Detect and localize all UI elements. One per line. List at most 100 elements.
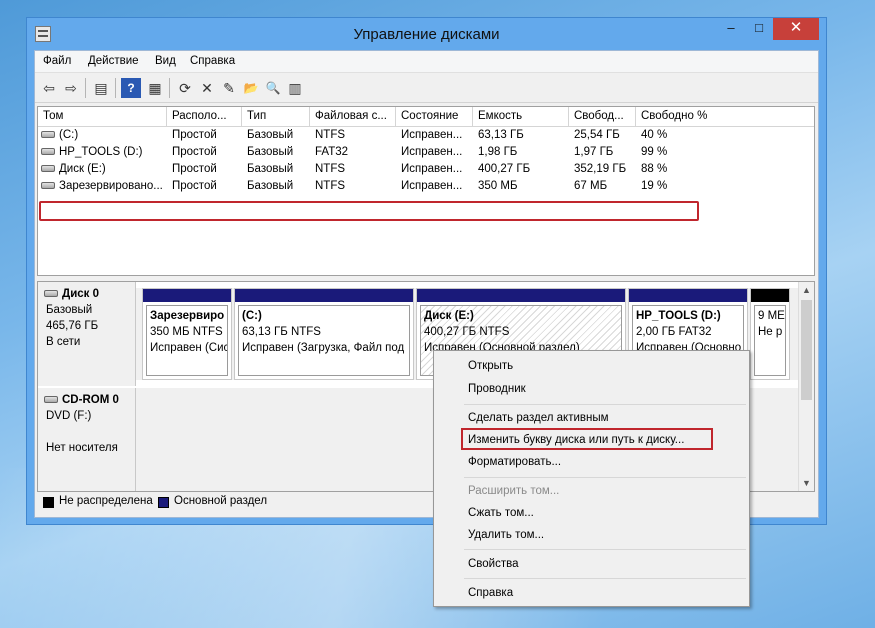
- column-header-filesystem[interactable]: Файловая с...: [310, 107, 396, 127]
- cdrom-0-label[interactable]: CD-ROM 0 DVD (F:) Нет носителя: [38, 388, 136, 491]
- menu-item-shrink[interactable]: Сжать том...: [468, 503, 534, 523]
- table-cell: Базовый: [247, 180, 294, 192]
- menu-separator: [464, 549, 746, 550]
- table-cell: Исправен...: [401, 163, 463, 175]
- disk-0-label[interactable]: Диск 0 Базовый 465,76 ГБ В сети: [38, 282, 136, 386]
- context-menu: Открыть Проводник Сделать раздел активны…: [433, 350, 750, 607]
- partition-reserved[interactable]: Зарезервиро 350 МБ NTFS Исправен (Сис: [142, 288, 232, 380]
- table-cell: 400,27 ГБ: [478, 163, 531, 175]
- toolbar-separator: [85, 78, 86, 98]
- delete-icon[interactable]: ✕: [197, 78, 217, 98]
- table-cell: 1,98 ГБ: [478, 146, 518, 158]
- table-cell: Зарезервировано...: [38, 180, 167, 196]
- menu-file[interactable]: Файл: [43, 55, 71, 67]
- column-header-capacity[interactable]: Емкость: [473, 107, 569, 127]
- legend-primary-label: Основной раздел: [174, 495, 268, 507]
- partition-unallocated[interactable]: 9 МЕ Не р: [750, 288, 790, 380]
- table-cell: 352,19 ГБ: [574, 163, 627, 175]
- toolbar-separator: [115, 78, 116, 98]
- table-view-icon[interactable]: ▥: [285, 78, 305, 98]
- volume-icon: [41, 131, 55, 139]
- volume-icon: [41, 148, 55, 156]
- vertical-scrollbar[interactable]: ▲ ▼: [798, 282, 814, 491]
- partition-bar: [143, 289, 231, 302]
- menu-item-delete[interactable]: Удалить том...: [468, 525, 544, 545]
- table-cell: 25,54 ГБ: [574, 129, 620, 141]
- table-cell: Базовый: [247, 129, 294, 141]
- toolbar: ⇦ ⇨ ▤ ? ▦ ⟳ ✕ ✎ 📂 🔍 ▥: [35, 73, 818, 103]
- cdrom-0-type: DVD (F:): [46, 410, 92, 422]
- partition-body: 9 МЕ Не р: [754, 305, 786, 376]
- partition-bar: [235, 289, 413, 302]
- column-header-free[interactable]: Свобод...: [569, 107, 636, 127]
- menu-separator: [464, 477, 746, 478]
- column-header-volume[interactable]: Том: [38, 107, 167, 127]
- disk-0-type: Базовый: [46, 304, 93, 316]
- volume-list: Том Располо... Тип Файловая с... Состоян…: [37, 106, 815, 276]
- scroll-thumb[interactable]: [801, 300, 812, 400]
- minimize-button[interactable]: –: [717, 18, 745, 40]
- menu-item-help[interactable]: Справка: [468, 583, 513, 603]
- table-cell: (C:): [38, 129, 167, 145]
- cdrom-0-status: Нет носителя: [46, 442, 118, 454]
- column-header-type[interactable]: Тип: [242, 107, 310, 127]
- volume-icon: [41, 182, 55, 190]
- column-header-status[interactable]: Состояние: [396, 107, 473, 127]
- column-header-layout[interactable]: Располо...: [167, 107, 242, 127]
- legend-primary-swatch: [158, 497, 169, 508]
- table-cell: 19 %: [641, 180, 668, 192]
- partition-body: Зарезервиро 350 МБ NTFS Исправен (Сис: [146, 305, 228, 376]
- partition-bar: [751, 289, 789, 302]
- cdrom-icon: [44, 396, 58, 404]
- table-cell: Диск (E:): [38, 163, 167, 179]
- refresh-icon[interactable]: ⟳: [175, 78, 195, 98]
- forward-arrow-icon[interactable]: ⇨: [61, 78, 81, 98]
- disk-0-name: Диск 0: [44, 286, 135, 302]
- table-cell: 88 %: [641, 163, 668, 175]
- title-bar[interactable]: Управление дисками – □ ✕: [27, 18, 826, 50]
- search-icon[interactable]: 🔍: [263, 78, 283, 98]
- table-cell: 40 %: [641, 129, 668, 141]
- annotation-highlight-row: [39, 201, 699, 221]
- menu-item-properties[interactable]: Свойства: [468, 554, 519, 574]
- table-cell: HP_TOOLS (D:): [38, 146, 167, 162]
- cdrom-0-name: CD-ROM 0: [44, 392, 135, 408]
- scroll-down-icon[interactable]: ▼: [799, 475, 814, 491]
- table-cell: 99 %: [641, 146, 668, 158]
- annotation-highlight-menu-item: [461, 428, 713, 450]
- menu-item-mark-active[interactable]: Сделать раздел активным: [468, 408, 609, 428]
- help-icon[interactable]: ?: [121, 78, 141, 98]
- maximize-button[interactable]: □: [745, 18, 773, 40]
- back-arrow-icon[interactable]: ⇦: [39, 78, 59, 98]
- menu-action[interactable]: Действие: [88, 55, 139, 67]
- disk-0-status: В сети: [46, 336, 81, 348]
- menu-help[interactable]: Справка: [190, 55, 235, 67]
- menu-item-explorer[interactable]: Проводник: [468, 379, 526, 399]
- menu-item-extend: Расширить том...: [468, 485, 560, 497]
- partition-bar: [629, 289, 747, 302]
- table-cell: Базовый: [247, 163, 294, 175]
- table-cell: Исправен...: [401, 180, 463, 192]
- menu-item-format[interactable]: Форматировать...: [468, 452, 561, 472]
- menu-separator: [464, 404, 746, 405]
- table-cell: Исправен...: [401, 129, 463, 141]
- menu-item-open[interactable]: Открыть: [468, 356, 513, 376]
- table-cell: NTFS: [315, 163, 346, 175]
- console-tree-icon[interactable]: ▤: [91, 78, 111, 98]
- legend-unallocated-label: Не распределена: [59, 495, 153, 507]
- column-header-free-pct[interactable]: Свободно %: [636, 107, 814, 127]
- table-cell: 63,13 ГБ: [478, 129, 524, 141]
- table-cell: 350 МБ: [478, 180, 518, 192]
- partition-c[interactable]: (C:) 63,13 ГБ NTFS Исправен (Загрузка, Ф…: [234, 288, 414, 380]
- open-folder-icon[interactable]: 📂: [241, 78, 261, 98]
- table-cell: NTFS: [315, 129, 346, 141]
- settings-icon[interactable]: ✎: [219, 78, 239, 98]
- table-cell: 1,97 ГБ: [574, 146, 614, 158]
- menu-view[interactable]: Вид: [155, 55, 176, 67]
- menu-separator: [464, 578, 746, 579]
- close-button[interactable]: ✕: [773, 18, 819, 40]
- scroll-up-icon[interactable]: ▲: [799, 282, 814, 298]
- table-cell: Простой: [172, 129, 217, 141]
- table-cell: Исправен...: [401, 146, 463, 158]
- properties-icon[interactable]: ▦: [145, 78, 165, 98]
